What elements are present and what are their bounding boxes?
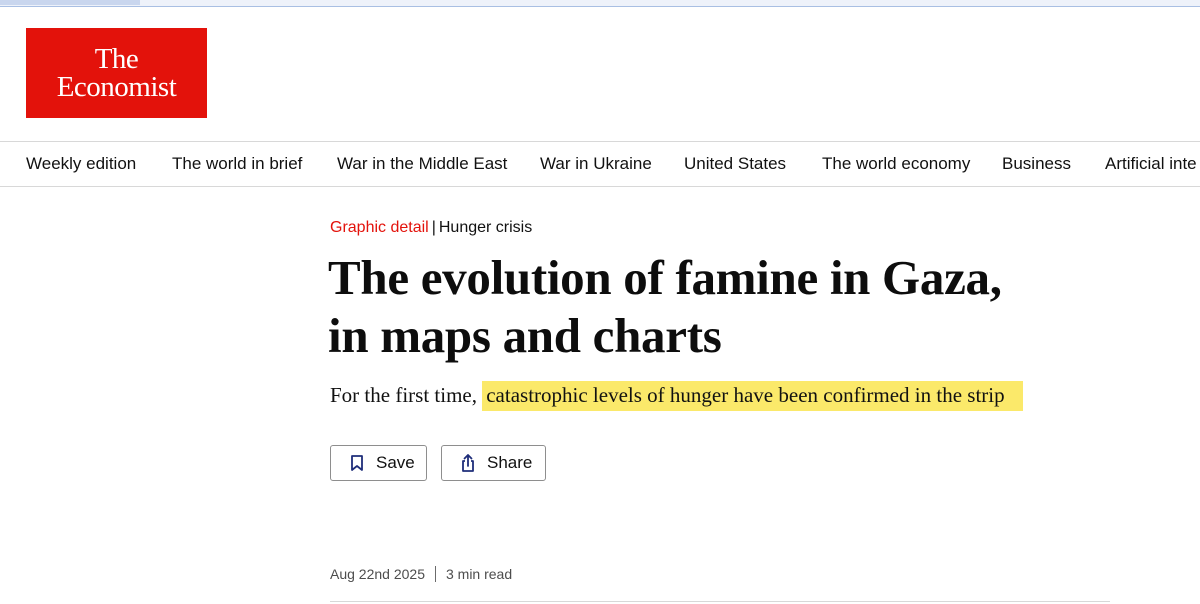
meta-divider: [434, 566, 436, 582]
main-navigation: Weekly edition The world in brief War in…: [0, 141, 1200, 187]
publish-date: Aug 22nd 2025: [330, 566, 425, 582]
nav-item-artificial-intelligence[interactable]: Artificial inte: [1105, 154, 1197, 174]
article-meta: Aug 22nd 2025 3 min read: [330, 566, 512, 582]
logo-line-2: Economist: [56, 71, 177, 103]
article-standfirst: For the first time, catastrophic levels …: [330, 381, 1023, 411]
topic-link[interactable]: Hunger crisis: [439, 219, 532, 236]
standfirst-highlight: catastrophic levels of hunger have been …: [482, 381, 1023, 411]
browser-tab-highlight: [0, 0, 140, 5]
headline-line-2: in maps and charts: [328, 308, 722, 363]
economist-logo[interactable]: The Economist: [26, 28, 207, 118]
logo-line-1: The: [94, 43, 139, 75]
bookmark-icon: [347, 453, 367, 473]
share-button[interactable]: Share: [441, 445, 546, 481]
nav-item-weekly-edition[interactable]: Weekly edition: [26, 154, 136, 174]
read-time: 3 min read: [445, 566, 513, 582]
share-icon: [458, 453, 478, 473]
share-label: Share: [487, 453, 533, 472]
save-label: Save: [376, 453, 415, 472]
nav-item-war-ukraine[interactable]: War in Ukraine: [540, 154, 652, 174]
section-link[interactable]: Graphic detail: [330, 219, 429, 236]
article-kicker: Graphic detail | Hunger crisis: [330, 219, 532, 237]
headline-line-1: The evolution of famine in Gaza,: [328, 250, 1002, 305]
nav-item-business[interactable]: Business: [1002, 154, 1071, 174]
kicker-separator: |: [431, 219, 436, 236]
nav-item-world-in-brief[interactable]: The world in brief: [172, 154, 302, 174]
nav-item-war-middle-east[interactable]: War in the Middle East: [337, 154, 507, 174]
browser-top-strip: [0, 0, 1200, 7]
save-button[interactable]: Save: [330, 445, 427, 481]
nav-item-united-states[interactable]: United States: [684, 154, 786, 174]
article-headline: The evolution of famine in Gaza, in maps…: [328, 249, 1088, 365]
standfirst-lead: For the first time,: [330, 383, 477, 407]
content-divider: [330, 601, 1110, 602]
nav-item-world-economy[interactable]: The world economy: [822, 154, 970, 174]
